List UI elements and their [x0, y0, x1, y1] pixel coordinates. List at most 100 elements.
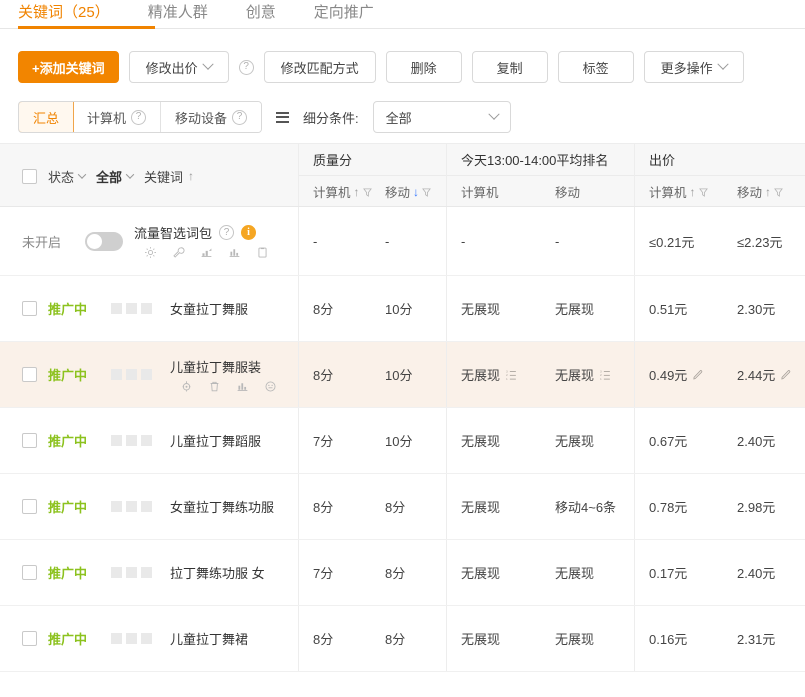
row-avg-rank-cell: 无展现 移动4~6条 [446, 474, 634, 539]
trash-icon[interactable] [208, 380, 221, 393]
edit-pencil-icon[interactable] [780, 369, 792, 381]
bar-chart-icon[interactable] [236, 380, 249, 393]
row-quality-score-cell: 8分 8分 [298, 474, 446, 539]
header-qs-mobile-label: 移动 [385, 186, 411, 200]
segment-mobile[interactable]: 移动设备 ? [161, 102, 262, 132]
help-icon[interactable]: ? [238, 59, 254, 75]
keyword-name[interactable]: 拉丁舞练功服 女 [170, 563, 265, 582]
chevron-down-icon [488, 108, 500, 120]
gear-icon[interactable] [144, 246, 157, 259]
keyword-name[interactable]: 儿童拉丁舞蹈服 [170, 431, 261, 450]
bid-mobile-value[interactable]: 2.31元 [737, 629, 805, 648]
header-rank-pc-label: 计算机 [461, 186, 499, 200]
copy-button[interactable]: 复制 [471, 51, 548, 83]
bid-mobile-value[interactable]: 2.40元 [737, 431, 805, 450]
delete-button[interactable]: 删除 [385, 51, 462, 83]
rank-list-icon[interactable]: 321 [506, 369, 518, 381]
table-row[interactable]: 推广中 拉丁舞练功服 女 7分 8分 无展现 无展现 0.17元 2.40元 [0, 540, 805, 606]
info-icon[interactable]: i [241, 225, 257, 240]
header-keyword-column: 状态 全部 关键词 ↑ [0, 144, 298, 206]
bid-pc-value[interactable]: 0.17元 [649, 563, 737, 582]
filter-funnel-icon[interactable] [698, 188, 708, 197]
bid-mobile-value[interactable]: 2.30元 [737, 299, 805, 318]
header-all-filter[interactable]: 全部 [96, 167, 135, 186]
header-qs-mobile[interactable]: 移动 ↓ [385, 182, 431, 201]
rank-list-icon[interactable]: 321 [600, 369, 612, 381]
row-bid-cell: 0.17元 2.40元 [634, 540, 805, 605]
segment-computer[interactable]: 计算机 ? [73, 102, 162, 132]
subdivision-select[interactable]: 全部 [372, 101, 511, 133]
header-qs-pc[interactable]: 计算机 ↑ [313, 182, 385, 201]
bar-chart-icon[interactable] [228, 246, 241, 259]
header-keyword-sort[interactable]: 关键词 ↑ [144, 167, 194, 186]
header-rank-pc[interactable]: 计算机 [461, 182, 555, 201]
row-checkbox[interactable] [22, 433, 37, 448]
keyword-name[interactable]: 女童拉丁舞服 [170, 299, 248, 318]
tab-targeted-promotion[interactable]: 定向推广 [314, 5, 374, 20]
sort-ascending-icon[interactable]: ↑ [765, 186, 771, 198]
qs-pc-value: 8分 [313, 302, 334, 317]
row-checkbox[interactable] [22, 301, 37, 316]
keyword-name[interactable]: 儿童拉丁舞裙 [170, 629, 248, 648]
add-keyword-button[interactable]: +添加关键词 [18, 51, 119, 83]
filter-funnel-icon[interactable] [362, 188, 372, 197]
row-bid-cell: 0.49元 2.44元 [634, 342, 805, 407]
segment-summary[interactable]: 汇总 [19, 102, 75, 132]
row-action-icons [170, 380, 277, 393]
help-icon[interactable]: ? [219, 225, 235, 240]
row-checkbox[interactable] [22, 499, 37, 514]
clipboard-icon[interactable] [256, 246, 269, 259]
row-avg-rank-cell: 无展现 无展现 [446, 276, 634, 341]
bid-mobile-value[interactable]: 2.40元 [737, 563, 805, 582]
row-quality-score-cell: 8分 10分 [298, 276, 446, 341]
tab-keywords[interactable]: 关键词（25） [18, 5, 110, 20]
header-rank-mobile[interactable]: 移动 [555, 182, 580, 201]
header-bid-mobile[interactable]: 移动 ↑ [737, 182, 783, 201]
tab-precise-audience[interactable]: 精准人群 [148, 5, 208, 20]
row-checkbox[interactable] [22, 367, 37, 382]
header-status-filter[interactable]: 状态 [48, 167, 87, 186]
table-row[interactable]: 推广中 女童拉丁舞服 8分 10分 无展现 无展现 0.51元 2.30元 [0, 276, 805, 342]
target-icon[interactable] [180, 380, 193, 393]
header-all-label: 全部 [96, 169, 123, 185]
table-row[interactable]: 未开启 流量智选词包 ? i - - - - ≤0.21元 ≤2.23元 [0, 207, 805, 276]
table-row[interactable]: 推广中 儿童拉丁舞裙 8分 8分 无展现 无展现 0.16元 2.31元 [0, 606, 805, 672]
bid-mobile-value[interactable]: 2.98元 [737, 497, 805, 516]
bid-pc-value[interactable]: 0.51元 [649, 299, 737, 318]
table-row[interactable]: 推广中 儿童拉丁舞服装 8分 10分 无展现 3 2 1 无展现 3 2 1 0… [0, 342, 805, 408]
bid-pc-value[interactable]: 0.16元 [649, 629, 737, 648]
table-row[interactable]: 推广中 儿童拉丁舞蹈服 7分 10分 无展现 无展现 0.67元 2.40元 [0, 408, 805, 474]
keyword-name[interactable]: 儿童拉丁舞服装 [170, 357, 277, 376]
sort-descending-icon[interactable]: ↓ [413, 186, 419, 198]
header-bid-pc[interactable]: 计算机 ↑ [649, 182, 737, 201]
modify-bid-button[interactable]: 修改出价 [128, 51, 229, 83]
bid-pc-value: ≤0.21元 [649, 234, 695, 250]
help-icon[interactable]: ? [131, 109, 147, 125]
bid-pc-value[interactable]: 0.67元 [649, 431, 737, 450]
tag-button[interactable]: 标签 [557, 51, 634, 83]
select-all-checkbox[interactable] [22, 168, 37, 184]
sort-ascending-icon[interactable]: ↑ [690, 186, 696, 198]
emoji-icon[interactable] [264, 380, 277, 393]
edit-pencil-icon[interactable] [692, 369, 704, 381]
filter-funnel-icon[interactable] [774, 188, 783, 197]
modify-match-type-button[interactable]: 修改匹配方式 [263, 51, 376, 83]
filter-funnel-icon[interactable] [422, 188, 431, 197]
keyword-name[interactable]: 女童拉丁舞练功服 [170, 497, 274, 516]
sort-ascending-icon[interactable]: ↑ [354, 186, 360, 198]
rank-pc-value: 无展现 [461, 632, 501, 647]
help-icon[interactable]: ? [232, 109, 248, 125]
tab-creative[interactable]: 创意 [246, 5, 276, 20]
row-checkbox[interactable] [22, 631, 37, 646]
row-bid-cell: 0.51元 2.30元 [634, 276, 805, 341]
bid-pc-value[interactable]: 0.78元 [649, 497, 737, 516]
enable-toggle[interactable] [85, 231, 123, 251]
row-quality-score-cell: -- [298, 207, 446, 275]
wrench-icon[interactable] [172, 246, 185, 259]
header-bid-pc-label: 计算机 [649, 186, 687, 200]
svg-text:1: 1 [600, 376, 602, 380]
chart-up-icon[interactable] [200, 246, 213, 259]
table-row[interactable]: 推广中 女童拉丁舞练功服 8分 8分 无展现 移动4~6条 0.78元 2.98元 [0, 474, 805, 540]
more-actions-button[interactable]: 更多操作 [643, 51, 744, 83]
row-checkbox[interactable] [22, 565, 37, 580]
